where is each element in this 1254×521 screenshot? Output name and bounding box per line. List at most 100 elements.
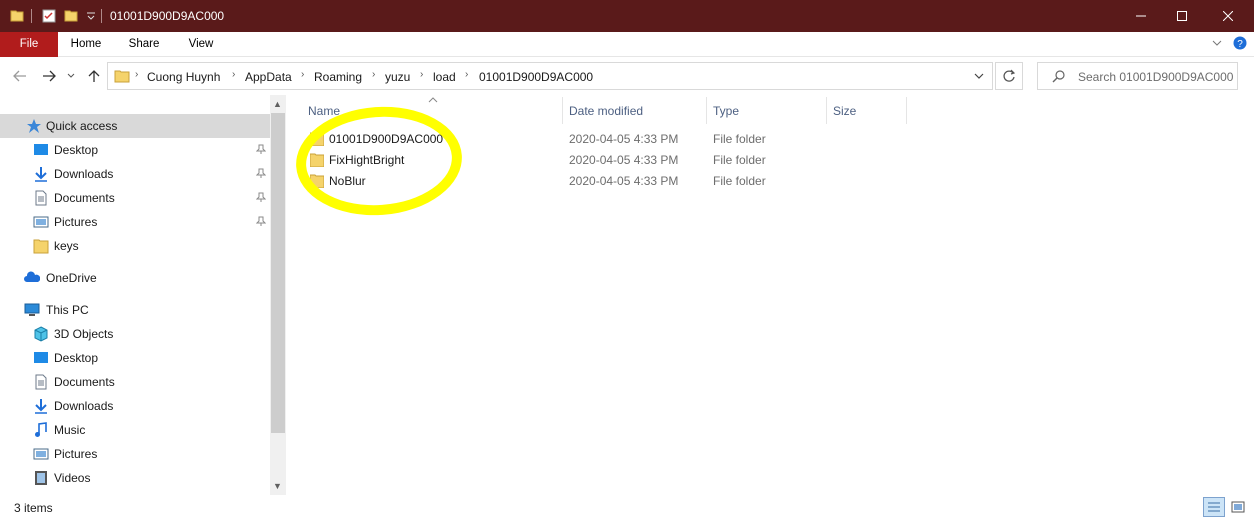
breadcrumb-cuong-huynh[interactable]: Cuong Huynh: [147, 70, 220, 84]
breadcrumb-separator[interactable]: ›: [301, 69, 304, 80]
nav-label: Desktop: [54, 351, 99, 365]
column-divider[interactable]: [826, 97, 827, 124]
nav-quick-downloads[interactable]: Downloads: [0, 162, 270, 186]
folder-icon: [114, 70, 130, 83]
nav-label: Pictures: [54, 447, 98, 461]
recent-locations-button[interactable]: [64, 66, 78, 86]
documents-icon: [35, 190, 47, 206]
column-divider[interactable]: [562, 97, 563, 124]
pin-icon[interactable]: [256, 168, 266, 178]
nav-quick-documents[interactable]: Documents: [0, 186, 270, 210]
nav-quick-desktop[interactable]: Desktop: [0, 138, 270, 162]
breadcrumb-yuzu[interactable]: yuzu: [385, 70, 410, 84]
maximize-icon: [1177, 11, 1187, 21]
pin-icon[interactable]: [256, 192, 266, 202]
breadcrumb-appdata[interactable]: AppData: [245, 70, 292, 84]
file-name: NoBlur: [329, 174, 366, 188]
file-date: 2020-04-05 4:33 PM: [569, 153, 679, 167]
nav-pc-documents[interactable]: Documents: [0, 370, 270, 394]
large-icons-view-button[interactable]: [1227, 497, 1249, 517]
nav-pc-music[interactable]: Music: [0, 418, 270, 442]
nav-pc-desktop[interactable]: Desktop: [0, 346, 270, 370]
nav-label: Downloads: [54, 167, 114, 181]
nav-label: Desktop: [54, 143, 99, 157]
tab-view[interactable]: View: [176, 32, 226, 57]
downloads-icon: [35, 399, 47, 414]
list-item[interactable]: 01001D900D9AC000: [302, 129, 562, 150]
breadcrumb-load[interactable]: load: [433, 70, 456, 84]
column-divider[interactable]: [906, 97, 907, 124]
breadcrumb-separator[interactable]: ›: [232, 69, 235, 80]
breadcrumb-separator[interactable]: ›: [135, 69, 138, 80]
forward-button[interactable]: [39, 66, 59, 86]
folder-icon: [310, 153, 324, 167]
nav-onedrive[interactable]: OneDrive: [0, 266, 270, 290]
nav-pc-3d-objects[interactable]: 3D Objects: [0, 322, 270, 346]
column-header-type[interactable]: Type: [713, 104, 739, 118]
new-folder-icon[interactable]: [64, 8, 78, 22]
nav-this-pc[interactable]: This PC: [0, 298, 270, 322]
maximize-button[interactable]: [1159, 0, 1205, 32]
title-bar: 01001D900D9AC000: [0, 0, 1254, 32]
scroll-thumb[interactable]: [271, 113, 285, 433]
breadcrumb-current-folder[interactable]: 01001D900D9AC000: [479, 70, 593, 84]
column-header-size[interactable]: Size: [833, 104, 856, 118]
column-header-date-modified[interactable]: Date modified: [569, 104, 643, 118]
details-view-icon: [1208, 502, 1220, 512]
file-type: File folder: [713, 174, 766, 188]
nav-label: Documents: [54, 191, 115, 205]
nav-scrollbar[interactable]: ▲ ▼: [270, 95, 286, 495]
file-name: FixHightBright: [329, 153, 405, 167]
refresh-button[interactable]: [995, 62, 1023, 90]
back-button[interactable]: [10, 66, 30, 86]
ribbon: File Home Share View ?: [0, 32, 1254, 57]
column-divider[interactable]: [706, 97, 707, 124]
file-list: Name Date modified Type Size 01001D900D9…: [290, 95, 1254, 495]
up-button[interactable]: [84, 66, 104, 86]
nav-label: Documents: [54, 375, 115, 389]
close-button[interactable]: [1205, 0, 1251, 32]
scroll-down-icon[interactable]: ▼: [273, 481, 282, 491]
minimize-button[interactable]: [1118, 0, 1164, 32]
nav-quick-pictures[interactable]: Pictures: [0, 210, 270, 234]
breadcrumb-separator[interactable]: ›: [465, 69, 468, 80]
nav-label: Music: [54, 423, 86, 437]
pin-icon[interactable]: [256, 144, 266, 154]
list-item[interactable]: NoBlur: [302, 171, 562, 192]
separator: [101, 9, 102, 23]
scroll-up-icon[interactable]: ▲: [273, 99, 282, 109]
details-view-button[interactable]: [1203, 497, 1225, 517]
separator: [31, 9, 32, 23]
breadcrumb-separator[interactable]: ›: [420, 69, 423, 80]
nav-pc-videos[interactable]: Videos: [0, 466, 270, 490]
refresh-icon: [1003, 69, 1016, 82]
nav-label: Videos: [54, 471, 91, 485]
file-date: 2020-04-05 4:33 PM: [569, 174, 679, 188]
nav-pc-pictures[interactable]: Pictures: [0, 442, 270, 466]
tab-home[interactable]: Home: [60, 32, 112, 57]
expand-ribbon-icon[interactable]: [1212, 39, 1222, 47]
nav-quick-keys[interactable]: keys: [0, 234, 270, 258]
pin-icon[interactable]: [256, 216, 266, 226]
nav-label: 3D Objects: [54, 327, 114, 341]
nav-quick-access[interactable]: Quick access: [0, 114, 270, 138]
help-icon[interactable]: ?: [1233, 36, 1247, 50]
customize-toolbar-icon[interactable]: [86, 12, 96, 20]
properties-icon[interactable]: [41, 8, 57, 24]
nav-pc-downloads[interactable]: Downloads: [0, 394, 270, 418]
search-placeholder: Search 01001D900D9AC000: [1078, 70, 1234, 84]
address-bar[interactable]: › Cuong Huynh › AppData › Roaming › yuzu…: [107, 62, 993, 90]
documents-icon: [35, 374, 47, 390]
search-box[interactable]: Search 01001D900D9AC000: [1037, 62, 1238, 90]
nav-label: OneDrive: [46, 271, 97, 285]
tab-share[interactable]: Share: [118, 32, 170, 57]
breadcrumb-roaming[interactable]: Roaming: [314, 70, 362, 84]
minimize-icon: [1136, 15, 1146, 17]
breadcrumb-separator[interactable]: ›: [372, 69, 375, 80]
column-header-name[interactable]: Name: [308, 104, 340, 118]
tab-file[interactable]: File: [0, 32, 58, 57]
list-item[interactable]: FixHightBright: [302, 150, 562, 171]
address-dropdown-icon[interactable]: [974, 73, 984, 80]
status-bar: 3 items: [0, 495, 1254, 521]
desktop-icon: [34, 144, 48, 155]
